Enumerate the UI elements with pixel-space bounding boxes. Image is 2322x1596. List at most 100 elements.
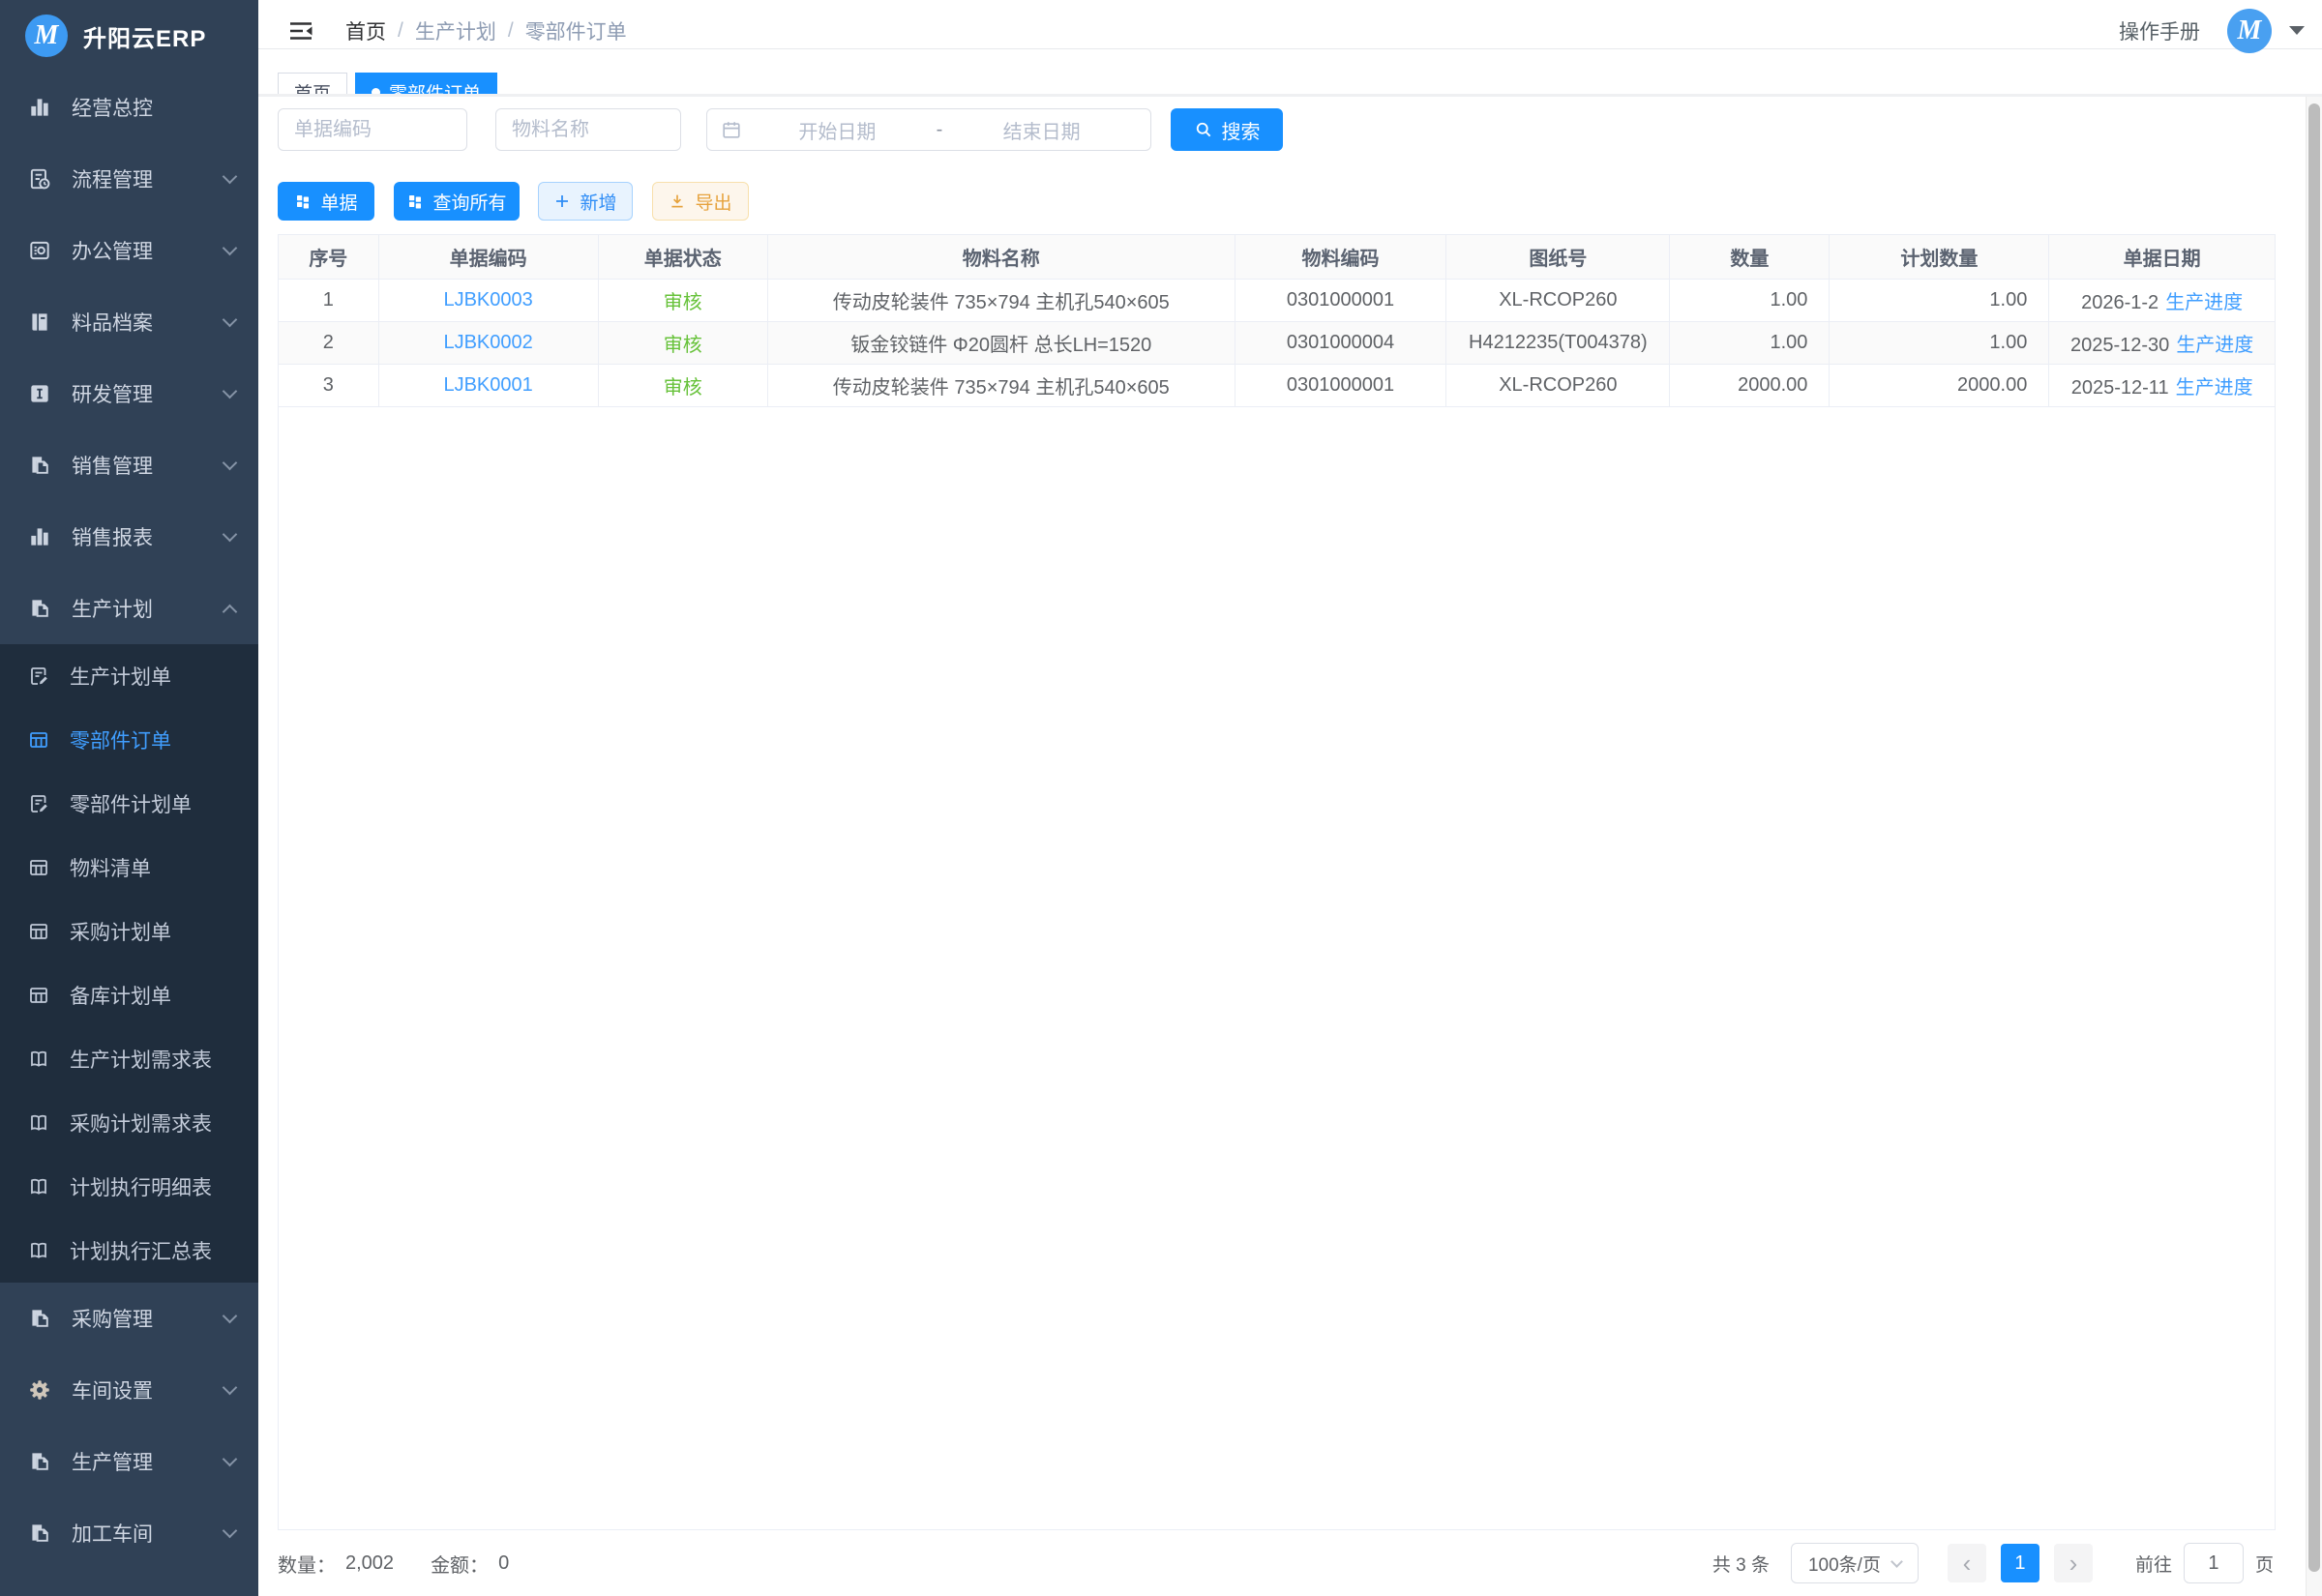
page-size-select[interactable]: 100条/页 [1791,1543,1919,1583]
sidebar-item-plan-exec-summary[interactable]: 计划执行汇总表 [0,1219,258,1283]
goto-label: 前往 [2135,1551,2172,1577]
manual-link[interactable]: 操作手册 [2119,16,2200,45]
orders-table: 序号 单据编码 单据状态 物料名称 物料编码 图纸号 数量 计划数量 单据日期 … [278,234,2276,1530]
production-progress-link[interactable]: 生产进度 [2176,335,2253,356]
sidebar-item-purchase-plan-order[interactable]: 采购计划单 [0,900,258,963]
download-icon [669,192,686,210]
production-progress-link[interactable]: 生产进度 [2176,377,2253,399]
status-badge: 审核 [664,377,702,399]
chevron-down-icon [223,456,238,471]
production-progress-link[interactable]: 生产进度 [2165,292,2243,313]
doc-code-link[interactable]: LJBK0002 [443,332,532,353]
tab-parts-order[interactable]: 零部件订单 [355,73,497,94]
col-header-date: 单据日期 [2049,235,2275,279]
sidebar-item-material-archive[interactable]: 料品档案 [0,286,258,358]
status-badge: 审核 [664,335,702,356]
col-header-drawing-no: 图纸号 [1446,235,1670,279]
pages-icon [27,453,52,478]
page-number-button[interactable]: 1 [2001,1544,2039,1582]
sidebar-item-production-plan[interactable]: 生产计划 [0,573,258,644]
chevron-down-icon [223,312,238,328]
plus-icon [553,192,571,210]
quantity-cell: 2000.00 [1670,364,1830,406]
info-square-icon [27,381,52,406]
sidebar-item-production-plan-order[interactable]: 生产计划单 [0,644,258,708]
sidebar-item-workshop-settings[interactable]: 车间设置 [0,1354,258,1426]
breadcrumb-home[interactable]: 首页 [345,16,386,45]
export-button[interactable]: 导出 [652,182,749,221]
sidebar-item-rd-mgmt[interactable]: 研发管理 [0,358,258,429]
doc-button[interactable]: 单据 [278,182,374,221]
prev-page-button[interactable]: ‹ [1948,1544,1986,1582]
query-all-button[interactable]: 查询所有 [394,182,520,221]
chevron-down-icon [223,1452,238,1467]
table-icon [27,984,50,1007]
grid-icon [406,192,424,210]
open-book-icon [27,1239,50,1262]
bar-chart-icon [27,95,52,120]
col-header-material-code: 物料编码 [1235,235,1446,279]
gear-icon [27,1377,52,1403]
doc-code-link[interactable]: LJBK0001 [443,374,532,396]
breadcrumb-section[interactable]: 生产计划 [415,16,496,45]
date-range-picker[interactable]: 开始日期 - 结束日期 [706,108,1151,151]
sidebar-item-plan-exec-detail[interactable]: 计划执行明细表 [0,1155,258,1219]
sidebar-item-sales-report[interactable]: 销售报表 [0,501,258,573]
app-logo: M 升阳云ERP [0,0,258,72]
sidebar-item-business-overview[interactable]: 经营总控 [0,72,258,143]
document-edit-icon [27,665,50,688]
sidebar-item-sales-mgmt[interactable]: 销售管理 [0,429,258,501]
tab-home[interactable]: 首页 [278,73,347,94]
open-book-icon [27,1111,50,1135]
sidebar-item-parts-order[interactable]: 零部件订单 [0,708,258,772]
breadcrumb: 首页 / 生产计划 / 零部件订单 [345,16,627,45]
sidebar-collapse-icon[interactable] [287,19,314,43]
sidebar-item-material-list[interactable]: 物料清单 [0,836,258,900]
breadcrumb-separator: / [508,19,514,43]
sidebar-item-processing-workshop[interactable]: 加工车间 [0,1497,258,1569]
scrollbar-thumb[interactable] [2308,103,2320,1572]
sidebar-item-stock-plan-order[interactable]: 备库计划单 [0,963,258,1027]
chevron-down-icon [223,1380,238,1396]
sidebar-item-office-mgmt[interactable]: 办公管理 [0,215,258,286]
next-page-button[interactable]: › [2054,1544,2093,1582]
sidebar: M 升阳云ERP 经营总控 流程管理 办公管理 料品档案 研发管理 销售管理 销… [0,0,258,1596]
date-text: 2025-12-30 [2070,335,2169,356]
summary: 数量： 2,002 金额： 0 [278,1550,509,1578]
planned-quantity-cell: 1.00 [1830,321,2049,364]
goto-page-input[interactable] [2184,1543,2244,1583]
app-title: 升阳云ERP [83,19,206,53]
chevron-down-icon [223,384,238,399]
status-badge: 审核 [664,292,702,313]
date-text: 2025-12-11 [2071,377,2169,399]
chevron-down-icon [223,1309,238,1324]
table-row: 2 LJBK0002 审核 钣金铰链件 Φ20圆杆 总长LH=1520 0301… [279,321,2275,364]
col-header-doc-code: 单据编码 [378,235,598,279]
doc-code-link[interactable]: LJBK0003 [443,289,532,310]
col-header-index: 序号 [279,235,378,279]
calendar-icon [721,119,742,140]
material-code-cell: 0301000001 [1235,364,1446,406]
material-name-cell: 钣金铰链件 Φ20圆杆 总长LH=1520 [767,321,1235,364]
avatar[interactable]: M [2227,9,2272,53]
open-book-icon [27,1048,50,1071]
table-icon [27,920,50,943]
avatar-dropdown-caret-icon[interactable] [2289,26,2305,35]
sidebar-item-production-mgmt[interactable]: 生产管理 [0,1426,258,1497]
sidebar-item-process-mgmt[interactable]: 流程管理 [0,143,258,215]
search-button[interactable]: 搜索 [1171,108,1283,151]
add-button[interactable]: 新增 [538,182,633,221]
sidebar-item-production-plan-demand[interactable]: 生产计划需求表 [0,1027,258,1091]
col-header-material-name: 物料名称 [767,235,1235,279]
breadcrumb-separator: / [398,19,403,43]
pages-icon [27,596,52,621]
col-header-status: 单据状态 [598,235,767,279]
chevron-down-icon [223,169,238,185]
sidebar-item-parts-plan-order[interactable]: 零部件计划单 [0,772,258,836]
material-name-input[interactable] [495,108,681,151]
doc-code-input[interactable] [278,108,467,151]
sidebar-item-purchase-mgmt[interactable]: 采购管理 [0,1283,258,1354]
sidebar-item-purchase-plan-demand[interactable]: 采购计划需求表 [0,1091,258,1155]
chevron-up-icon [223,604,238,619]
scrollbar-track[interactable] [2306,97,2322,1596]
